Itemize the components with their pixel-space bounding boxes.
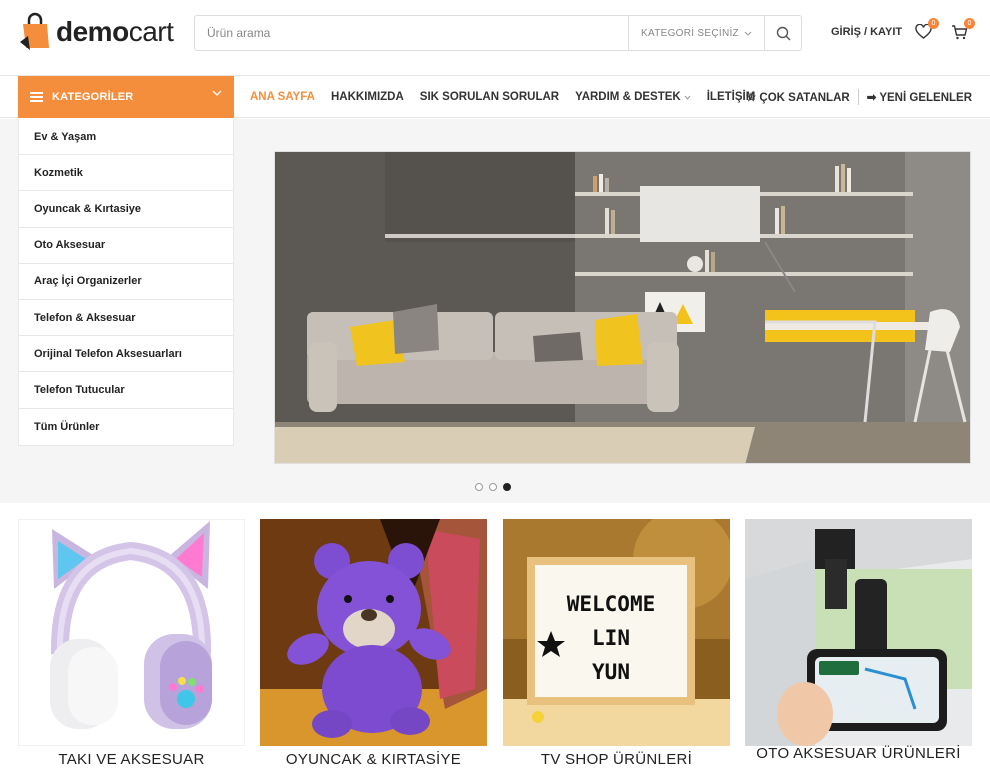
- lightbox-sign-image: WELCOME LIN YUN: [503, 519, 730, 746]
- search-button[interactable]: [764, 16, 801, 50]
- car-phone-holder-image: [745, 519, 972, 746]
- menu-item-faq[interactable]: SIK SORULAN SORULAR: [420, 91, 559, 103]
- slider-dot[interactable]: [489, 483, 497, 491]
- lightbox-sign-line-1: WELCOME: [567, 592, 656, 616]
- shopping-bag-logo-icon: [20, 12, 49, 50]
- main-nav: KATEGORİLER ANA SAYFA HAKKIMIZDA SIK SOR…: [0, 76, 990, 118]
- category-item[interactable]: Telefon & Aksesuar: [19, 300, 233, 337]
- chevron-down-icon: [212, 90, 222, 96]
- category-item[interactable]: Kozmetik: [19, 155, 233, 192]
- search-icon: [776, 26, 790, 40]
- lightbox-sign-line-3: YUN: [592, 660, 630, 684]
- product-image[interactable]: [260, 519, 487, 746]
- logo[interactable]: democart: [18, 12, 174, 52]
- menu-item-help-label: YARDIM & DESTEK: [575, 91, 681, 103]
- product-card[interactable]: OTO AKSESUAR ÜRÜNLERİ: [745, 519, 972, 772]
- product-title[interactable]: TV SHOP ÜRÜNLERİ: [503, 751, 730, 768]
- category-item[interactable]: Orijinal Telefon Aksesuarları: [19, 336, 233, 373]
- arrow-right-icon: ➡: [866, 92, 877, 104]
- new-arrivals-label: YENİ GELENLER: [879, 92, 972, 104]
- slider-dot-active[interactable]: [503, 483, 511, 491]
- top-menu-right: ☆ ÇOK SATANLAR ➡ YENİ GELENLER: [746, 76, 972, 118]
- product-title[interactable]: OTO AKSESUAR ÜRÜNLERİ: [745, 745, 972, 762]
- category-item[interactable]: Oyuncak & Kırtasiye: [19, 191, 233, 228]
- lightbox-sign-line-2: LIN: [592, 626, 630, 650]
- divider: [857, 89, 859, 105]
- menu-item-home[interactable]: ANA SAYFA: [250, 91, 315, 103]
- category-item[interactable]: Tüm Ürünler: [19, 409, 233, 445]
- menu-icon: [30, 92, 43, 102]
- category-list: Ev & Yaşam Kozmetik Oyuncak & Kırtasiye …: [18, 119, 234, 446]
- login-register-link[interactable]: GİRİŞ / KAYIT: [831, 26, 902, 38]
- categories-button-label: KATEGORİLER: [52, 91, 134, 103]
- wishlist-count-badge: 0: [928, 18, 939, 29]
- chevron-down-icon: [684, 95, 691, 100]
- category-select[interactable]: KATEGORİ SEÇİNİZ: [628, 16, 764, 50]
- bestsellers-label: ÇOK SATANLAR: [759, 92, 850, 104]
- cart-button[interactable]: 0: [951, 18, 975, 42]
- slider-dot[interactable]: [475, 483, 483, 491]
- category-item[interactable]: Araç İçi Organizerler: [19, 264, 233, 300]
- hero-slider[interactable]: [274, 151, 971, 464]
- wishlist-button[interactable]: 0: [915, 18, 939, 42]
- cat-ear-headphones-image: [18, 519, 245, 746]
- bestsellers-link[interactable]: ☆ ÇOK SATANLAR: [746, 90, 850, 104]
- purple-teddy-bear-image: [260, 519, 487, 746]
- menu-item-help[interactable]: YARDIM & DESTEK: [575, 91, 691, 103]
- cart-count-badge: 0: [964, 18, 975, 29]
- site-header: democart KATEGORİ SEÇİNİZ GİRİŞ / KAYIT …: [0, 0, 990, 76]
- chevron-down-icon: [744, 31, 752, 36]
- category-select-label: KATEGORİ SEÇİNİZ: [641, 27, 739, 39]
- category-item[interactable]: Ev & Yaşam: [19, 119, 233, 156]
- product-card[interactable]: OYUNCAK & KIRTASİYE: [260, 519, 487, 772]
- logo-text-light: cart: [128, 16, 174, 47]
- menu-item-about[interactable]: HAKKIMIZDA: [331, 91, 404, 103]
- categories-button[interactable]: KATEGORİLER: [18, 76, 234, 118]
- top-menu: ANA SAYFA HAKKIMIZDA SIK SORULAN SORULAR…: [250, 76, 771, 118]
- product-card[interactable]: WELCOME LIN YUN TV SHOP ÜRÜNLERİ: [503, 519, 730, 772]
- product-image[interactable]: [745, 519, 972, 746]
- product-image[interactable]: [18, 519, 245, 746]
- living-room-slide-image: [275, 152, 970, 463]
- product-card[interactable]: TAKI VE AKSESUAR: [18, 519, 245, 772]
- star-icon: ☆: [745, 92, 757, 104]
- search-input[interactable]: [195, 16, 628, 50]
- slider-dots: [475, 483, 511, 491]
- product-image[interactable]: WELCOME LIN YUN: [503, 519, 730, 746]
- logo-text: democart: [56, 16, 174, 48]
- product-title[interactable]: TAKI VE AKSESUAR: [18, 751, 245, 768]
- category-item[interactable]: Oto Aksesuar: [19, 228, 233, 264]
- product-title[interactable]: OYUNCAK & KIRTASİYE: [260, 751, 487, 768]
- category-item[interactable]: Telefon Tutucular: [19, 372, 233, 409]
- new-arrivals-link[interactable]: ➡ YENİ GELENLER: [867, 90, 972, 104]
- logo-text-bold: demo: [56, 16, 129, 47]
- search-bar: KATEGORİ SEÇİNİZ: [194, 15, 802, 51]
